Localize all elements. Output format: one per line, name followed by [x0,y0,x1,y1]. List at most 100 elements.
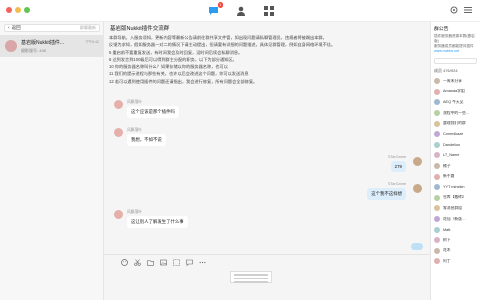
member-name: 整理我们的群 [443,121,466,126]
unread-badge: 1 [217,2,223,8]
member-item[interactable]: 流程中的一些… [431,108,480,119]
member-item[interactable]: 一周末分享 [431,76,480,87]
avatar[interactable] [413,157,422,166]
message-outgoing: STarGame 这个我不这样想 [367,182,406,200]
member-list: 一周末分享 Amanda学姐 AEQ 今天见流程中的一些… 整理我们的群 Conrmik… [431,76,480,267]
window-controls [6,7,30,13]
back-chevron-icon[interactable]: ‹ [5,25,10,31]
conversation-preview: 摄影服号: 498 [21,47,46,53]
close-window-button[interactable] [6,7,12,13]
avatar [434,120,440,127]
message-bubble[interactable]: 我想，不如不说 [127,134,166,146]
avatar [434,205,440,212]
conversation-list-panel: ‹ 返回 群聊最新 基岩版Nukkit插件... 摄影服号: 498 下午6:4… [0,22,104,300]
sender-name: 风飘落叶 [127,100,143,104]
avatar [434,152,440,159]
group-notice-title: 群公告 [434,27,449,32]
avatar [434,216,440,223]
notice-link[interactable]: www.mcbbs.net [434,49,477,54]
member-item[interactable]: 阿丁 [431,256,480,267]
scissors-icon[interactable] [134,259,141,266]
notice-line: 插件服务器资源本群(基岩版) [434,34,475,43]
avatar [434,88,440,95]
back-label[interactable]: 返回 [12,25,21,31]
new-message-indicator[interactable] [411,243,423,250]
avatar[interactable] [114,210,123,219]
message-bubble[interactable]: 这个应该是那个插件吗 [127,106,179,118]
message-outgoing: STarGame 279 [388,155,406,172]
chat-bubble-icon[interactable] [186,259,193,266]
avatar [434,247,440,254]
avatar[interactable] [413,184,422,193]
member-item[interactable]: 树下 [431,235,480,246]
sender-name: 风飘落叶 [127,210,143,214]
member-item[interactable]: YYT minekin [431,182,480,193]
member-item[interactable]: AEQ 今天见 [431,97,480,108]
member-item[interactable]: 花仙（新版… [431,214,480,225]
avatar [434,184,440,191]
minimize-window-button[interactable] [15,7,21,13]
sender-name: STarGame [387,182,406,186]
member-name: 仓库【搬砖】 [443,195,466,200]
menu-icon[interactable] [464,6,472,16]
member-item[interactable]: 花木 [431,246,480,257]
member-item[interactable]: Matt [431,224,480,235]
notice-line: 反馈为求知，假如服务器一对二的情况下请主动提出，但请要有详细的问题描述，具体见群… [109,42,336,48]
member-name: Dandelion [443,142,461,147]
chat-icon[interactable]: 1 [206,2,223,18]
conversation-search[interactable]: ‹ 返回 群聊最新 [4,24,100,32]
member-item[interactable]: 新手路 [431,171,480,182]
chat-panel: 基岩版Nukkit插件交流群 本群导航，入服务须知，更新内容等最新公告请前往群共… [104,22,430,300]
member-item[interactable]: Conrmikaze [431,129,480,140]
message-bubble[interactable]: 这个我不这样想 [367,188,406,200]
group-info-panel: 群公告 插件服务器资源本群(基岩版) 服务器成员都能提问插件 www.mcbbs… [430,22,480,300]
avatar [434,194,440,201]
emoji-icon[interactable] [121,259,128,266]
notice-line: 本群导航，入服务须知，更新内容等最新公告请前往群共享文件管，如出现问题请私聊管理… [109,35,327,40]
apps-icon[interactable] [262,4,276,18]
conversation-item-active[interactable]: 基岩版Nukkit插件... 摄影服号: 498 下午6:42 [0,35,103,57]
sender-name: STarGame [387,155,406,159]
avatar[interactable] [114,100,123,109]
avatar [434,110,440,117]
member-name: 新手路 [443,174,455,179]
avatar [5,40,17,52]
image-icon[interactable] [160,259,167,266]
message-incoming: 风飘落叶 这让别人了解发生了什么事 [114,210,188,228]
notice-line: 5 重启前不要重复发送，有时间我会及时回复，没时间后续会私聊消息。 [109,49,243,55]
avatar[interactable] [114,128,123,137]
message-input-area[interactable] [104,254,430,300]
group-notice: 本群导航，入服务须知，更新内容等最新公告请前往群共享文件管，如出现问题请私聊管理… [109,34,414,85]
folder-icon[interactable] [147,259,154,266]
member-name: 阿丁 [443,258,451,263]
member-name: Amanda学姐 [443,89,465,94]
member-name: AEQ 今天见 [443,99,464,104]
member-item[interactable]: Amanda学姐 [431,87,480,98]
notice-line: 6 达到发言到100级后可以得到群主分配的职务，以下为部分通知区。 [109,56,237,62]
member-item[interactable]: Dandelion [431,140,480,151]
group-notice-text: 插件服务器资源本群(基岩版) 服务器成员都能提问插件 www.mcbbs.net [431,32,480,56]
pasted-screenshot-thumbnail[interactable] [230,271,272,283]
member-item[interactable]: LT_Name [431,150,480,161]
screenshot-icon[interactable] [173,259,180,266]
member-name: YYT minekin [443,185,465,190]
member-item[interactable]: 整理我们的群 [431,118,480,129]
message-bubble[interactable]: 279 [390,161,406,172]
avatar [434,237,440,244]
message-bubble[interactable]: 这让别人了解发生了什么事 [127,216,188,228]
member-item[interactable]: 橘子 [431,161,480,172]
member-item[interactable]: 仓库【搬砖】 [431,193,480,204]
maximize-window-button[interactable] [24,7,30,13]
member-item[interactable]: 零消息群组 [431,203,480,214]
avatar [434,141,440,148]
input-toolbar [121,259,206,266]
member-name: 流程中的一些… [443,110,470,115]
member-search-input[interactable] [434,58,477,64]
more-icon[interactable] [199,259,206,266]
member-name: Conrmikaze [443,132,464,137]
message-incoming: 风飘落叶 这个应该是那个插件吗 [114,100,179,118]
settings-icon[interactable] [450,6,458,16]
avatar [434,78,440,85]
contacts-icon[interactable] [234,4,248,18]
member-name: 零消息群组 [443,205,462,210]
